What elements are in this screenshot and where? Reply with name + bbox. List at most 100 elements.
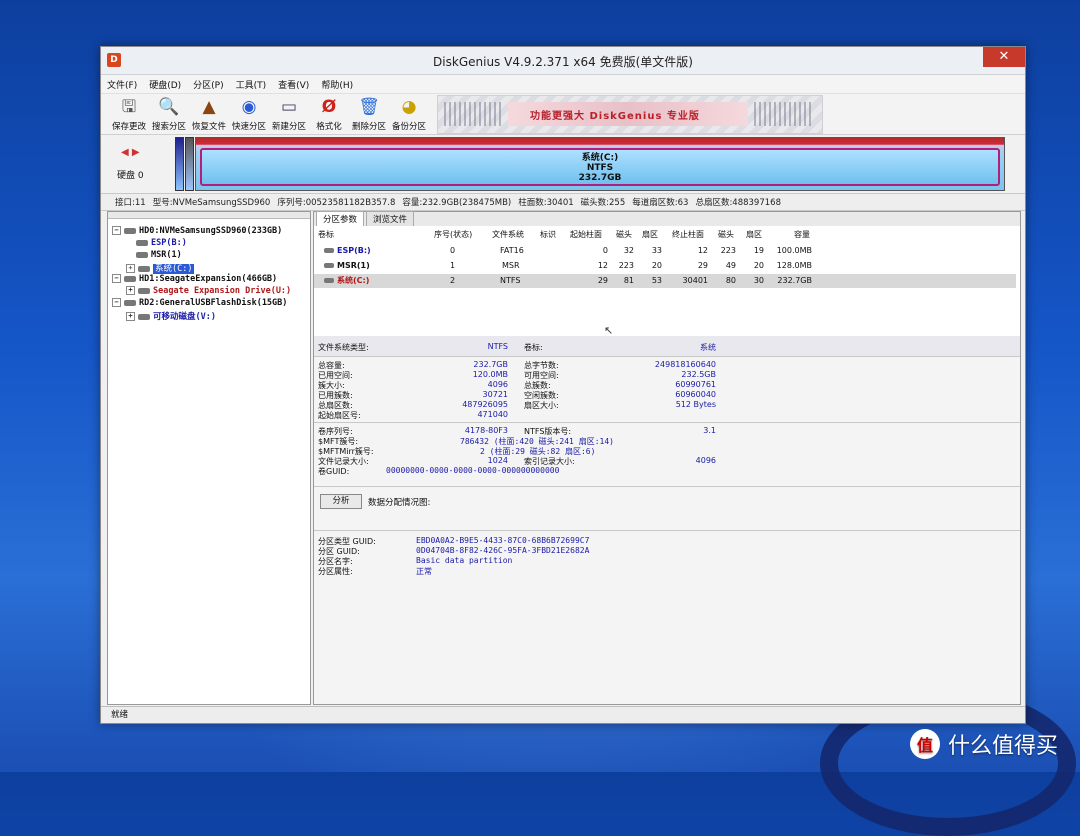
banner-graphic-left — [444, 102, 504, 126]
search-partition-button[interactable]: 🔍 搜索分区 — [149, 96, 189, 132]
watermark-text: 什么值得买 — [948, 734, 1059, 759]
allocation-map-label: 数据分配情况图: — [368, 498, 431, 508]
save-changes-button[interactable]: 🖫 保存更改 — [109, 96, 149, 132]
expand-icon[interactable]: + — [126, 312, 135, 321]
disk-total-sectors: 总扇区数:488397168 — [695, 198, 781, 208]
tree-item-hd0[interactable]: − HD0:NVMeSamsungSSD960(233GB) — [112, 226, 282, 236]
disk-interface: 接口:11 — [115, 198, 146, 208]
col-start-cyl: 起始柱面 — [570, 230, 602, 239]
col-end-sector: 扇区 — [746, 230, 762, 239]
partition-icon — [136, 239, 148, 246]
save-icon: 🖫 — [121, 97, 137, 117]
usb-disk-icon — [124, 299, 136, 306]
close-button[interactable]: ✕ — [983, 47, 1025, 67]
col-end-cyl: 终止柱面 — [672, 230, 704, 239]
status-bar: 就绪 — [101, 706, 1025, 723]
banner-text: 功能更强大 DiskGenius 专业版 — [530, 111, 700, 122]
col-start-head: 磁头 — [616, 230, 632, 239]
tab-partition-params[interactable]: 分区参数 — [316, 211, 365, 226]
tree-item-hd1[interactable]: − HD1:SeagateExpansion(466GB) — [112, 274, 277, 284]
partition-block-msr[interactable] — [185, 137, 194, 191]
disk-nav-arrows-icon[interactable]: ◀ ▶ — [121, 147, 140, 158]
title-bar: D DiskGenius V4.9.2.371 x64 免费版(单文件版) ✕ — [101, 47, 1025, 75]
ntfs-details: 卷序列号: 4178-80F3 NTFS版本号: 3.1 $MFT簇号: 786… — [318, 426, 716, 476]
collapse-icon[interactable]: − — [112, 274, 121, 283]
disk-capacity: 容量:232.9GB(238475MB) — [402, 198, 512, 208]
partition-icon — [138, 287, 150, 294]
recover-files-button[interactable]: ▲ 恢复文件 — [189, 96, 229, 132]
format-icon: Ø — [321, 97, 337, 117]
partition-icon — [138, 313, 150, 320]
tree-header — [108, 212, 310, 219]
delete-partition-button[interactable]: 🗑 删除分区 — [349, 96, 389, 132]
col-end-head: 磁头 — [718, 230, 734, 239]
table-row[interactable]: ESP(B:) 0 FAT16 0 32 33 12 223 19 100.0M… — [314, 244, 1020, 258]
col-start-sector: 扇区 — [642, 230, 658, 239]
collapse-icon[interactable]: − — [112, 298, 121, 307]
disk-sectors-per-track: 每道扇区数:63 — [632, 198, 689, 208]
tab-browse-files[interactable]: 浏览文件 — [366, 211, 415, 226]
expand-icon[interactable]: + — [126, 264, 135, 273]
collapse-icon[interactable]: − — [112, 226, 121, 235]
col-fs: 文件系统 — [492, 230, 524, 239]
site-watermark: 值 什么值得买 — [910, 728, 1058, 760]
tree-item-msr[interactable]: MSR(1) — [136, 250, 182, 260]
tree-item-esp[interactable]: ESP(B:) — [136, 238, 187, 248]
col-capacity: 容量 — [794, 230, 810, 239]
backup-icon: ◕ — [401, 97, 417, 117]
tree-item-rd2[interactable]: − RD2:GeneralUSBFlashDisk(15GB) — [112, 298, 287, 308]
partition-block-esp[interactable] — [175, 137, 184, 191]
menu-tools[interactable]: 工具(T) — [236, 78, 267, 91]
disk-info-bar: 接口:11 型号:NVMeSamsungSSD960 序列号:005235811… — [101, 194, 1025, 211]
new-partition-icon: ▭ — [280, 97, 298, 117]
disk-map: ◀ ▶ 硬盘 0 系统(C:) NTFS 232.7GB — [101, 135, 1025, 194]
partition-block-system-selection: 系统(C:) NTFS 232.7GB — [200, 148, 1000, 186]
recover-icon: ▲ — [202, 97, 216, 117]
menu-help[interactable]: 帮助(H) — [321, 78, 353, 91]
partition-icon — [324, 278, 334, 283]
col-flag: 标识 — [540, 230, 556, 239]
new-partition-button[interactable]: ▭ 新建分区 — [269, 96, 309, 132]
col-volume: 卷标 — [318, 230, 334, 239]
backup-partition-button[interactable]: ◕ 备份分区 — [389, 96, 429, 132]
quick-partition-icon: ◉ — [241, 97, 257, 117]
tree-item-seagate[interactable]: + Seagate Expansion Drive(U:) — [126, 286, 291, 296]
main-content: − HD0:NVMeSamsungSSD960(233GB) ESP(B:) MS… — [107, 211, 1021, 705]
tree-item-removable[interactable]: + 可移动磁盘(V:) — [126, 310, 216, 322]
partition-icon — [138, 265, 150, 272]
menu-file[interactable]: 文件(F) — [107, 78, 137, 91]
disk-tree: − HD0:NVMeSamsungSSD960(233GB) ESP(B:) MS… — [107, 211, 311, 705]
diskgenius-window: D DiskGenius V4.9.2.371 x64 免费版(单文件版) ✕ … — [100, 46, 1026, 724]
toolbar: 🖫 保存更改 🔍 搜索分区 ▲ 恢复文件 ◉ 快速分区 ▭ 新建分区 Ø 格式化… — [101, 94, 1025, 135]
tab-bar: 分区参数 浏览文件 — [314, 211, 1020, 227]
details-panel: 分区参数 浏览文件 卷标 序号(状态) 文件系统 标识 起始柱面 磁头 扇区 终… — [313, 211, 1021, 705]
partition-info-panel: ↖ 文件系统类型: NTFS 卷标: 系统 总容量: 232.7GB 总字节数:… — [314, 324, 1020, 704]
menu-partition[interactable]: 分区(P) — [193, 78, 223, 91]
expand-icon[interactable]: + — [126, 286, 135, 295]
watermark-logo-icon: 值 — [910, 729, 940, 759]
table-header: 卷标 序号(状态) 文件系统 标识 起始柱面 磁头 扇区 终止柱面 磁头 扇区 … — [314, 228, 1020, 242]
menu-bar: 文件(F) 硬盘(D) 分区(P) 工具(T) 查看(V) 帮助(H) — [101, 75, 1025, 94]
tree-item-system[interactable]: + 系统(C:) — [126, 262, 195, 274]
menu-view[interactable]: 查看(V) — [278, 78, 309, 91]
table-row-selected[interactable]: 系统(C:) 2 NTFS 29 81 53 30401 80 30 232.7… — [314, 274, 1016, 288]
window-title: DiskGenius V4.9.2.371 x64 免费版(单文件版) — [433, 55, 693, 69]
disk-icon — [124, 275, 136, 282]
disk-label: 硬盘 0 — [117, 171, 144, 181]
partition-icon — [324, 263, 334, 268]
promo-banner[interactable]: 功能更强大 DiskGenius 专业版 — [437, 95, 823, 134]
format-button[interactable]: Ø 格式化 — [309, 96, 349, 132]
gpt-details: 分区类型 GUID: EBD0A0A2-B9E5-4433-87C0-68B6B… — [318, 536, 590, 576]
disk-icon — [124, 227, 136, 234]
disk-heads: 磁头数:255 — [580, 198, 626, 208]
menu-disk[interactable]: 硬盘(D) — [149, 78, 181, 91]
analyze-button[interactable]: 分析 — [320, 494, 362, 509]
disk-serial: 序列号:00523581182B357.8 — [277, 198, 396, 208]
partition-icon — [136, 251, 148, 258]
disk-model: 型号:NVMeSamsungSSD960 — [152, 198, 271, 208]
partition-block-system[interactable]: 系统(C:) NTFS 232.7GB — [195, 137, 1005, 191]
quick-partition-button[interactable]: ◉ 快速分区 — [229, 96, 269, 132]
table-row[interactable]: MSR(1) 1 MSR 12 223 20 29 49 20 128.0MB — [314, 259, 1020, 273]
partition-block-size: 232.7GB — [578, 173, 622, 183]
disk-cylinders: 柱面数:30401 — [518, 198, 574, 208]
